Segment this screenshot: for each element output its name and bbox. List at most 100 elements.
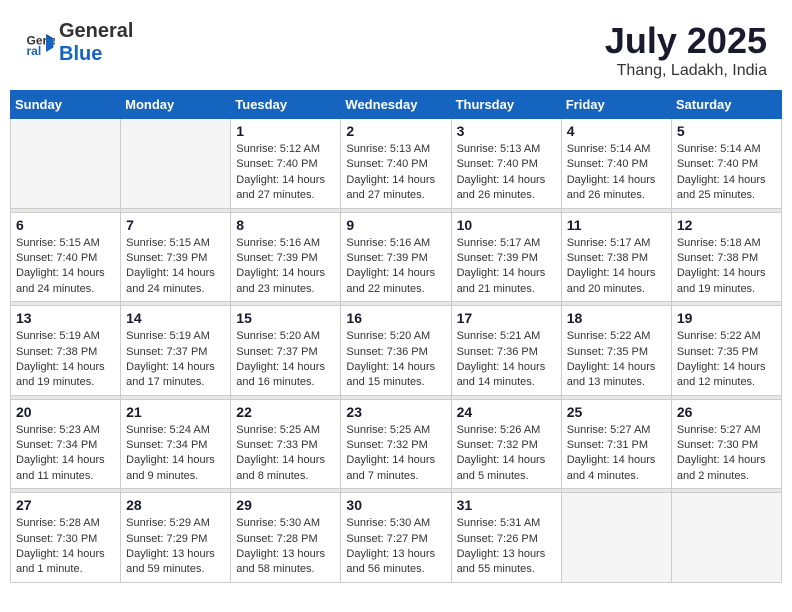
day-number: 18 [567, 310, 666, 326]
calendar-cell: 23 Sunrise: 5:25 AMSunset: 7:32 PMDayligh… [341, 399, 451, 489]
day-info: Sunrise: 5:24 AMSunset: 7:34 PMDaylight:… [126, 423, 225, 485]
day-info: Sunrise: 5:27 AMSunset: 7:31 PMDaylight:… [567, 423, 666, 485]
calendar-cell: 13Sunrise: 5:19 AMSunset: 7:38 PMDayligh… [11, 306, 121, 396]
day-info: Sunrise: 5:25 AMSunset: 7:32 PMDaylight:… [346, 423, 445, 485]
day-info: Sunrise: 5:26 AMSunset: 7:32 PMDaylight:… [457, 423, 556, 485]
day-info: Sunrise: 5:17 AMSunset: 7:39 PMDaylight:… [457, 236, 556, 298]
calendar-cell: 5 Sunrise: 5:14 AMSunset: 7:40 PMDaylight… [671, 119, 781, 209]
calendar-cell: 6Sunrise: 5:15 AMSunset: 7:40 PMDaylight… [11, 212, 121, 302]
day-info: Sunrise: 5:29 AMSunset: 7:29 PMDaylight:… [126, 516, 225, 578]
day-number: 2 [346, 123, 445, 139]
day-number: 14 [126, 310, 225, 326]
logo: Gene ral General Blue [25, 20, 133, 66]
page-header: Gene ral General Blue July 2025 Thang, L… [10, 10, 782, 85]
day-info: Sunrise: 5:22 AMSunset: 7:35 PMDaylight:… [677, 329, 776, 391]
weekday-header-tuesday: Tuesday [231, 91, 341, 119]
calendar-cell: 19 Sunrise: 5:22 AMSunset: 7:35 PMDayligh… [671, 306, 781, 396]
calendar-cell: 16 Sunrise: 5:20 AMSunset: 7:36 PMDayligh… [341, 306, 451, 396]
day-number: 1 [236, 123, 335, 139]
day-number: 28 [126, 497, 225, 513]
calendar-cell: 2 Sunrise: 5:13 AMSunset: 7:40 PMDaylight… [341, 119, 451, 209]
weekday-header-monday: Monday [121, 91, 231, 119]
month-year: July 2025 [605, 20, 767, 62]
day-info: Sunrise: 5:16 AMSunset: 7:39 PMDaylight:… [346, 236, 445, 298]
calendar-cell: 9Sunrise: 5:16 AMSunset: 7:39 PMDaylight… [341, 212, 451, 302]
calendar-cell: 31 Sunrise: 5:31 AMSunset: 7:26 PMDayligh… [451, 493, 561, 583]
calendar-cell: 12Sunrise: 5:18 AMSunset: 7:38 PMDayligh… [671, 212, 781, 302]
logo-icon: Gene ral [25, 28, 55, 58]
calendar-cell: 18 Sunrise: 5:22 AMSunset: 7:35 PMDayligh… [561, 306, 671, 396]
day-number: 30 [346, 497, 445, 513]
day-number: 22 [236, 404, 335, 420]
calendar-cell: 17 Sunrise: 5:21 AMSunset: 7:36 PMDayligh… [451, 306, 561, 396]
location: Thang, Ladakh, India [605, 62, 767, 80]
day-number: 25 [567, 404, 666, 420]
day-number: 6 [16, 217, 115, 233]
day-number: 27 [16, 497, 115, 513]
day-number: 5 [677, 123, 776, 139]
calendar-cell [561, 493, 671, 583]
logo-general: General [59, 20, 133, 42]
calendar-cell: 15 Sunrise: 5:20 AMSunset: 7:37 PMDayligh… [231, 306, 341, 396]
week-row-4: 20Sunrise: 5:23 AMSunset: 7:34 PMDayligh… [11, 399, 782, 489]
calendar-cell: 29Sunrise: 5:30 AMSunset: 7:28 PMDayligh… [231, 493, 341, 583]
day-number: 15 [236, 310, 335, 326]
day-info: Sunrise: 5:25 AMSunset: 7:33 PMDaylight:… [236, 423, 335, 485]
weekday-header-friday: Friday [561, 91, 671, 119]
day-info: Sunrise: 5:31 AMSunset: 7:26 PMDaylight:… [457, 516, 556, 578]
logo-blue: Blue [59, 43, 102, 65]
day-info: Sunrise: 5:15 AMSunset: 7:39 PMDaylight:… [126, 236, 225, 298]
day-info: Sunrise: 5:13 AMSunset: 7:40 PMDaylight:… [457, 142, 556, 204]
calendar-cell: 14 Sunrise: 5:19 AMSunset: 7:37 PMDayligh… [121, 306, 231, 396]
calendar-cell [11, 119, 121, 209]
day-info: Sunrise: 5:27 AMSunset: 7:30 PMDaylight:… [677, 423, 776, 485]
calendar-cell: 30 Sunrise: 5:30 AMSunset: 7:27 PMDayligh… [341, 493, 451, 583]
day-info: Sunrise: 5:12 AMSunset: 7:40 PMDaylight:… [236, 142, 335, 204]
day-number: 31 [457, 497, 556, 513]
day-info: Sunrise: 5:22 AMSunset: 7:35 PMDaylight:… [567, 329, 666, 391]
day-number: 4 [567, 123, 666, 139]
day-number: 11 [567, 217, 666, 233]
day-info: Sunrise: 5:20 AMSunset: 7:36 PMDaylight:… [346, 329, 445, 391]
day-number: 3 [457, 123, 556, 139]
day-number: 29 [236, 497, 335, 513]
day-info: Sunrise: 5:30 AMSunset: 7:27 PMDaylight:… [346, 516, 445, 578]
day-info: Sunrise: 5:20 AMSunset: 7:37 PMDaylight:… [236, 329, 335, 391]
day-info: Sunrise: 5:28 AMSunset: 7:30 PMDaylight:… [16, 516, 115, 578]
weekday-header-row: SundayMondayTuesdayWednesdayThursdayFrid… [11, 91, 782, 119]
day-info: Sunrise: 5:17 AMSunset: 7:38 PMDaylight:… [567, 236, 666, 298]
day-info: Sunrise: 5:13 AMSunset: 7:40 PMDaylight:… [346, 142, 445, 204]
week-row-3: 13Sunrise: 5:19 AMSunset: 7:38 PMDayligh… [11, 306, 782, 396]
calendar-cell: 21 Sunrise: 5:24 AMSunset: 7:34 PMDayligh… [121, 399, 231, 489]
calendar-cell: 27 Sunrise: 5:28 AMSunset: 7:30 PMDayligh… [11, 493, 121, 583]
svg-text:ral: ral [27, 44, 42, 58]
day-number: 12 [677, 217, 776, 233]
calendar-cell: 7Sunrise: 5:15 AMSunset: 7:39 PMDaylight… [121, 212, 231, 302]
weekday-header-wednesday: Wednesday [341, 91, 451, 119]
day-number: 24 [457, 404, 556, 420]
day-number: 16 [346, 310, 445, 326]
day-number: 23 [346, 404, 445, 420]
calendar-cell: 26 Sunrise: 5:27 AMSunset: 7:30 PMDayligh… [671, 399, 781, 489]
calendar-cell: 1 Sunrise: 5:12 AMSunset: 7:40 PMDaylight… [231, 119, 341, 209]
calendar-cell: 20Sunrise: 5:23 AMSunset: 7:34 PMDayligh… [11, 399, 121, 489]
day-number: 17 [457, 310, 556, 326]
day-info: Sunrise: 5:14 AMSunset: 7:40 PMDaylight:… [567, 142, 666, 204]
day-info: Sunrise: 5:21 AMSunset: 7:36 PMDaylight:… [457, 329, 556, 391]
day-number: 13 [16, 310, 115, 326]
calendar-cell: 8Sunrise: 5:16 AMSunset: 7:39 PMDaylight… [231, 212, 341, 302]
calendar-cell: 22 Sunrise: 5:25 AMSunset: 7:33 PMDayligh… [231, 399, 341, 489]
day-info: Sunrise: 5:19 AMSunset: 7:37 PMDaylight:… [126, 329, 225, 391]
weekday-header-thursday: Thursday [451, 91, 561, 119]
day-info: Sunrise: 5:14 AMSunset: 7:40 PMDaylight:… [677, 142, 776, 204]
calendar-title: July 2025 Thang, Ladakh, India [605, 20, 767, 80]
day-number: 21 [126, 404, 225, 420]
calendar-cell: 4 Sunrise: 5:14 AMSunset: 7:40 PMDaylight… [561, 119, 671, 209]
day-number: 26 [677, 404, 776, 420]
calendar-cell: 28 Sunrise: 5:29 AMSunset: 7:29 PMDayligh… [121, 493, 231, 583]
week-row-1: 1 Sunrise: 5:12 AMSunset: 7:40 PMDaylight… [11, 119, 782, 209]
weekday-header-sunday: Sunday [11, 91, 121, 119]
calendar-cell: 3 Sunrise: 5:13 AMSunset: 7:40 PMDaylight… [451, 119, 561, 209]
day-info: Sunrise: 5:23 AMSunset: 7:34 PMDaylight:… [16, 423, 115, 485]
day-number: 19 [677, 310, 776, 326]
